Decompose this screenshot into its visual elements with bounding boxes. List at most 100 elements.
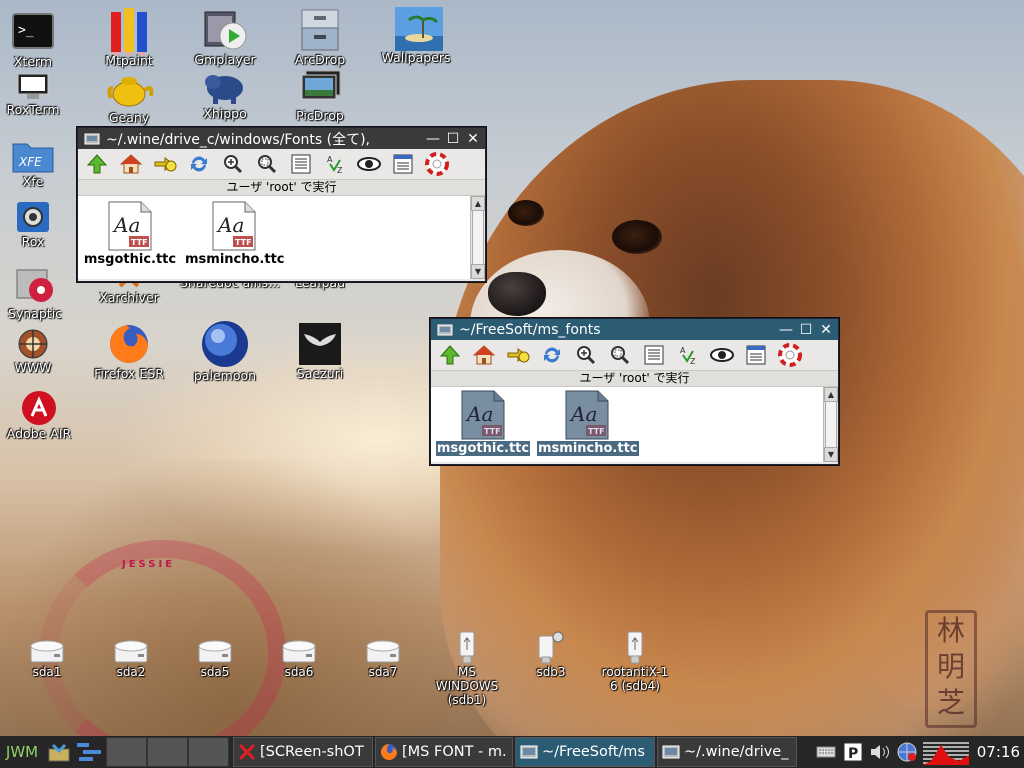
window-titlebar[interactable]: ~/FreeSoft/ms_fonts — ☐ ✕: [431, 319, 838, 340]
drive-sda7[interactable]: sda7: [338, 638, 428, 679]
workspace-pager[interactable]: [106, 737, 229, 767]
zoom-fit-icon[interactable]: [254, 151, 280, 177]
filer-toolbar: AZ: [78, 149, 485, 179]
desktop-icon-xterm[interactable]: >_ Xterm: [0, 10, 78, 69]
desktop-icon-rox[interactable]: Rox: [0, 200, 78, 249]
desktop-icon-firefox[interactable]: Firefox ESR: [84, 322, 174, 381]
desktop-icon-roxterm[interactable]: RoxTerm: [0, 72, 78, 117]
task-button-firefox[interactable]: [MS FONT - m.: [375, 737, 513, 767]
drive-sdb1[interactable]: MS WINDOWS (sdb1): [422, 630, 512, 707]
desktop-icon-www[interactable]: WWW: [0, 328, 78, 375]
font-file-icon: Aa TTF: [458, 389, 508, 441]
whale-tail-icon: [298, 322, 342, 366]
parking-app-icon[interactable]: P: [841, 737, 865, 767]
scroll-down-icon[interactable]: ▼: [471, 264, 485, 279]
details-icon[interactable]: [390, 151, 416, 177]
zoom-fit-icon[interactable]: [607, 342, 633, 368]
up-icon[interactable]: [84, 151, 110, 177]
show-hidden-icon[interactable]: [356, 151, 382, 177]
file-item-selected[interactable]: Aa TTF msgothic.ttc: [433, 389, 533, 456]
bookmark-go-icon[interactable]: [152, 151, 178, 177]
xfe-folder-icon: XFE: [11, 136, 55, 174]
desktop-icon-geany[interactable]: Geany: [84, 66, 174, 125]
scrollbar-thumb[interactable]: [825, 401, 837, 448]
drive-sdb4[interactable]: rootantiX-1 6 (sdb4): [590, 630, 680, 693]
drive-sda5[interactable]: sda5: [170, 638, 260, 679]
scroll-down-icon[interactable]: ▼: [824, 447, 838, 462]
drive-sda2[interactable]: sda2: [86, 638, 176, 679]
drive-sda1[interactable]: sda1: [2, 638, 92, 679]
help-icon[interactable]: [424, 151, 450, 177]
vertical-scrollbar[interactable]: ▲ ▼: [823, 387, 838, 462]
sort-icon[interactable]: AZ: [322, 151, 348, 177]
refresh-icon[interactable]: [539, 342, 565, 368]
filer-window-wine-fonts[interactable]: ~/.wine/drive_c/windows/Fonts (全て), — ☐ …: [77, 127, 486, 282]
up-icon[interactable]: [437, 342, 463, 368]
file-manager-launcher-icon[interactable]: [44, 737, 74, 767]
file-item-selected[interactable]: Aa TTF msmincho.ttc: [537, 389, 639, 456]
minimize-icon[interactable]: —: [424, 130, 442, 148]
minimize-icon[interactable]: —: [777, 321, 795, 339]
desktop-icon-saezuri[interactable]: Saezuri: [275, 322, 365, 381]
window-menu-icon[interactable]: [436, 321, 454, 339]
filer-window-ms-fonts[interactable]: ~/FreeSoft/ms_fonts — ☐ ✕ AZ ユーザ 'root' …: [430, 318, 839, 465]
volume-icon[interactable]: [868, 737, 892, 767]
file-item[interactable]: Aa TTF msgothic.ttc: [80, 200, 180, 267]
scrollbar-thumb[interactable]: [472, 210, 484, 265]
desktop-icon-xfe[interactable]: XFE Xfe: [0, 136, 78, 189]
window-title: ~/.wine/drive_c/windows/Fonts (全て),: [106, 131, 371, 148]
close-icon[interactable]: ✕: [817, 321, 835, 339]
details-icon[interactable]: [743, 342, 769, 368]
font-file-icon: Aa TTF: [562, 389, 612, 441]
bookmark-go-icon[interactable]: [505, 342, 531, 368]
drive-sdb3[interactable]: sdb3: [506, 630, 596, 679]
task-button-ms-fonts[interactable]: ~/FreeSoft/ms: [515, 737, 655, 767]
list-view-icon[interactable]: [288, 151, 314, 177]
workspace-3[interactable]: [188, 737, 229, 767]
desktop-icon-gmplayer[interactable]: Gmplayer: [180, 8, 270, 67]
window-menu-icon[interactable]: [83, 130, 101, 148]
hard-drive-icon: [366, 638, 400, 664]
zoom-in-icon[interactable]: [220, 151, 246, 177]
scroll-up-icon[interactable]: ▲: [824, 387, 838, 402]
file-view[interactable]: Aa TTF msgothic.ttc Aa TTF msmincho.ttc ▲ …: [431, 387, 838, 462]
file-item[interactable]: Aa TTF msmincho.ttc: [184, 200, 285, 267]
desktop-icon-picdrop[interactable]: PicDrop: [275, 70, 365, 123]
workspace-2[interactable]: [147, 737, 188, 767]
refresh-icon[interactable]: [186, 151, 212, 177]
task-button-screenshot[interactable]: [SCReen-shOT: [233, 737, 373, 767]
drive-sda6[interactable]: sda6: [254, 638, 344, 679]
desktop-icon-xhippo[interactable]: Xhippo: [180, 70, 270, 121]
maximize-icon[interactable]: ☐: [797, 321, 815, 339]
maximize-icon[interactable]: ☐: [444, 130, 462, 148]
hard-drive-icon: [282, 638, 316, 664]
list-view-icon[interactable]: [641, 342, 667, 368]
close-icon[interactable]: ✕: [464, 130, 482, 148]
window-titlebar[interactable]: ~/.wine/drive_c/windows/Fonts (全て), — ☐ …: [78, 128, 485, 149]
workspace-1[interactable]: [106, 737, 147, 767]
start-menu-button[interactable]: JWM: [0, 743, 44, 761]
clock[interactable]: 07:16: [977, 743, 1020, 761]
home-icon[interactable]: [118, 151, 144, 177]
zoom-in-icon[interactable]: [573, 342, 599, 368]
keyboard-icon[interactable]: [814, 737, 838, 767]
desktop-icon-synaptic[interactable]: Synaptic: [0, 262, 80, 321]
desktop-icon-palemoon[interactable]: palemoon: [180, 320, 270, 383]
show-desktop-icon[interactable]: [74, 737, 104, 767]
desktop-icon-adobe-air[interactable]: Adobe AIR: [0, 390, 84, 441]
scroll-up-icon[interactable]: ▲: [471, 196, 485, 211]
file-view[interactable]: Aa TTF msgothic.ttc Aa TTF msmincho.ttc ▲ …: [78, 196, 485, 279]
task-button-wine-fonts[interactable]: ~/.wine/drive_: [657, 737, 797, 767]
cpu-monitor-icon: [922, 737, 970, 767]
palemoon-icon: [201, 320, 249, 368]
help-icon[interactable]: [777, 342, 803, 368]
home-icon[interactable]: [471, 342, 497, 368]
file-name: msgothic.ttc: [435, 441, 531, 456]
desktop-icon-wallpapers[interactable]: Wallpapers: [371, 6, 461, 65]
sort-icon[interactable]: AZ: [675, 342, 701, 368]
show-hidden-icon[interactable]: [709, 342, 735, 368]
desktop-icon-mtpaint[interactable]: Mtpaint: [84, 6, 174, 68]
desktop-icon-arcdrop[interactable]: ArcDrop: [275, 8, 365, 67]
vertical-scrollbar[interactable]: ▲ ▼: [470, 196, 485, 279]
network-globe-icon[interactable]: [895, 737, 919, 767]
